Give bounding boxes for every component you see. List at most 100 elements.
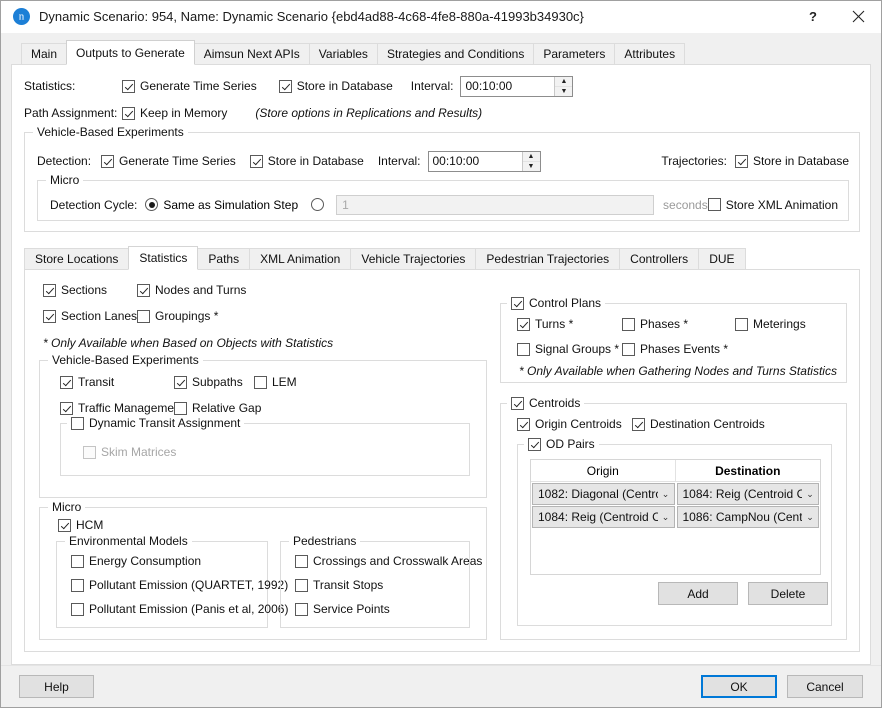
tab-aimsun-next-apis[interactable]: Aimsun Next APIs [193, 43, 310, 64]
sections-checkbox[interactable]: Sections [43, 283, 137, 297]
store-xml-animation-checkbox[interactable]: Store XML Animation [707, 198, 838, 212]
cancel-button[interactable]: Cancel [787, 675, 863, 698]
hcm-checkbox[interactable]: HCM [58, 518, 103, 532]
pollutant-emission-panis-checkbox[interactable]: Pollutant Emission (Panis et al, 2006) [71, 602, 288, 616]
signal-groups-checkbox[interactable]: Signal Groups * [517, 342, 622, 356]
phases-checkbox[interactable]: Phases * [622, 317, 735, 331]
detection-interval-input[interactable] [428, 151, 522, 171]
delete-button[interactable]: Delete [748, 582, 828, 605]
tab-outputs-to-generate[interactable]: Outputs to Generate [66, 40, 195, 65]
statistics-generate-time-series-checkbox[interactable]: Generate Time Series [122, 79, 257, 93]
section-lanes-checkbox[interactable]: Section Lanes [43, 309, 137, 323]
od-pairs-table[interactable]: Origin Destination 1082: Diagonal (Centr… [530, 459, 821, 575]
column-header-origin[interactable]: Origin [531, 460, 676, 482]
relative-gap-checkbox[interactable]: Relative Gap [174, 401, 261, 415]
ok-button[interactable]: OK [701, 675, 777, 698]
transit-checkbox[interactable]: Transit [60, 375, 174, 389]
tab-variables[interactable]: Variables [308, 43, 378, 64]
radio-button [311, 198, 325, 211]
nodes-and-turns-checkbox[interactable]: Nodes and Turns [137, 283, 246, 297]
od-pairs-checkbox[interactable]: OD Pairs [528, 437, 595, 451]
add-button[interactable]: Add [658, 582, 738, 605]
pollutant-emission-quartet-checkbox[interactable]: Pollutant Emission (QUARTET, 1992) [71, 578, 288, 592]
chevron-down-icon[interactable]: ⌄ [802, 489, 818, 500]
statistics-interval-spinner[interactable]: ▲ ▼ [460, 75, 574, 97]
help-button[interactable]: Help [19, 675, 94, 698]
table-row: 1084: Reig (Centroid Cor ⌄ 1086: CampNou… [531, 505, 820, 528]
centroids-checkbox[interactable]: Centroids [511, 396, 580, 410]
checkbox-box [137, 309, 150, 323]
od-origin-combobox[interactable]: 1084: Reig (Centroid Cor ⌄ [532, 506, 675, 528]
trajectories-store-in-database-checkbox[interactable]: Store in Database [734, 154, 849, 168]
detection-interval-label: Interval: [377, 154, 421, 168]
transit-stops-checkbox[interactable]: Transit Stops [295, 578, 383, 592]
detection-store-in-database-checkbox[interactable]: Store in Database [249, 154, 364, 168]
spinner-arrows[interactable]: ▲ ▼ [554, 76, 573, 96]
chevron-down-icon[interactable]: ⌄ [658, 512, 674, 523]
tab-xml-animation[interactable]: XML Animation [249, 248, 352, 269]
detection-cycle-label: Detection Cycle: [50, 197, 138, 212]
meterings-checkbox[interactable]: Meterings [735, 317, 806, 331]
dynamic-transit-assignment-group-title: Dynamic Transit Assignment [67, 416, 245, 430]
od-destination-combobox[interactable]: 1086: CampNou (Centro ⌄ [676, 506, 819, 528]
control-plans-checkbox[interactable]: Control Plans [511, 296, 601, 310]
dynamic-transit-assignment-checkbox[interactable]: Dynamic Transit Assignment [71, 416, 240, 430]
checkbox-box [295, 554, 308, 568]
tab-due[interactable]: DUE [698, 248, 746, 269]
chevron-down-icon[interactable]: ⌄ [658, 489, 674, 500]
tab-pedestrian-trajectories[interactable]: Pedestrian Trajectories [475, 248, 621, 269]
column-header-destination[interactable]: Destination [675, 460, 820, 482]
statistics-store-in-database-checkbox[interactable]: Store in Database [278, 79, 393, 93]
detection-generate-time-series-checkbox[interactable]: Generate Time Series [101, 154, 236, 168]
spinner-up-icon[interactable]: ▲ [522, 152, 540, 162]
energy-consumption-checkbox[interactable]: Energy Consumption [71, 554, 201, 568]
left-vehicle-based-group-title: Vehicle-Based Experiments [48, 353, 203, 367]
tab-statistics[interactable]: Statistics [128, 246, 199, 270]
checkbox-label: Energy Consumption [89, 554, 202, 568]
detection-cycle-custom-radio[interactable] [311, 198, 329, 211]
detection-interval-spinner[interactable]: ▲ ▼ [427, 150, 541, 172]
destination-centroids-checkbox[interactable]: Destination Centroids [632, 417, 765, 431]
lem-checkbox[interactable]: LEM [254, 375, 297, 389]
groupings-checkbox[interactable]: Groupings * [137, 309, 218, 323]
checkbox-label: Dynamic Transit Assignment [89, 416, 241, 430]
tab-strategies-and-conditions[interactable]: Strategies and Conditions [376, 43, 535, 64]
turns-checkbox[interactable]: Turns * [517, 317, 622, 331]
statistics-interval-input[interactable] [461, 76, 555, 96]
tab-controllers[interactable]: Controllers [619, 248, 700, 269]
checkbox-label: Section Lanes [61, 309, 138, 323]
od-origin-combobox[interactable]: 1082: Diagonal (Centroid ⌄ [532, 483, 675, 505]
checkbox-label: Store in Database [267, 154, 364, 168]
crossings-and-crosswalk-areas-checkbox[interactable]: Crossings and Crosswalk Areas [295, 554, 482, 568]
tab-paths[interactable]: Paths [197, 248, 251, 269]
tab-vehicle-trajectories[interactable]: Vehicle Trajectories [350, 248, 477, 269]
phases-events-checkbox[interactable]: Phases Events * [622, 342, 728, 356]
checkbox-box [254, 375, 267, 389]
checkbox-box [517, 417, 530, 431]
spinner-down-icon[interactable]: ▼ [523, 162, 540, 171]
help-titlebar-button[interactable]: ? [791, 1, 835, 32]
origin-centroids-checkbox[interactable]: Origin Centroids [517, 417, 632, 431]
close-button[interactable] [835, 1, 881, 32]
tab-parameters[interactable]: Parameters [533, 43, 616, 64]
tab-main[interactable]: Main [21, 43, 68, 64]
tab-store-locations[interactable]: Store Locations [24, 248, 130, 269]
checkbox-box [735, 317, 748, 331]
od-destination-combobox[interactable]: 1084: Reig (Centroid Cor ⌄ [676, 483, 819, 505]
section-lanes-row: Section Lanes Groupings * [43, 307, 218, 325]
tab-attributes[interactable]: Attributes [614, 43, 686, 64]
subpaths-checkbox[interactable]: Subpaths [174, 375, 254, 389]
od-pairs-buttons-row: Add Delete [658, 582, 828, 605]
spinner-down-icon[interactable]: ▼ [555, 87, 572, 96]
chevron-down-icon[interactable]: ⌄ [802, 512, 818, 523]
outer-tab-strip-wrap: Main Outputs to Generate Aimsun Next API… [1, 33, 881, 65]
detection-cycle-same-as-step-radio[interactable]: Same as Simulation Step [145, 198, 298, 212]
checkbox-box [622, 317, 635, 331]
traffic-management-checkbox[interactable]: Traffic Management [60, 401, 184, 415]
checkbox-box [517, 317, 530, 331]
keep-in-memory-checkbox[interactable]: Keep in Memory [122, 106, 227, 120]
detection-cycle-value-input[interactable]: 1 [336, 194, 655, 215]
spinner-arrows[interactable]: ▲ ▼ [521, 151, 540, 171]
service-points-checkbox[interactable]: Service Points [295, 602, 390, 616]
spinner-up-icon[interactable]: ▲ [555, 77, 573, 87]
